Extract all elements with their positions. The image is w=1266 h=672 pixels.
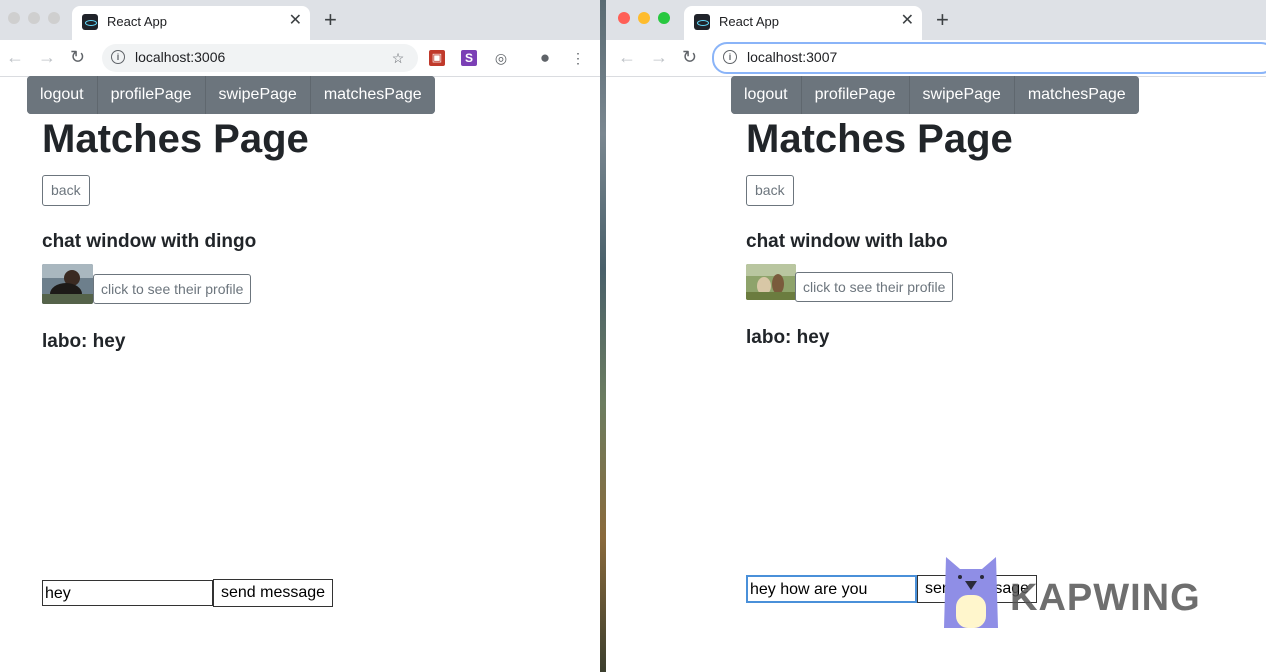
tab-title: React App [719, 14, 779, 29]
browser-tab[interactable]: React App ✕ [72, 6, 310, 40]
close-window-dot[interactable] [8, 12, 20, 24]
new-tab-icon[interactable]: + [936, 9, 949, 31]
minimize-window-dot[interactable] [638, 12, 650, 24]
close-tab-icon[interactable]: ✕ [289, 13, 302, 29]
react-favicon-icon [694, 14, 710, 30]
close-tab-icon[interactable]: ✕ [901, 13, 914, 29]
close-window-dot[interactable] [618, 12, 630, 24]
extension-circle-icon[interactable]: ◎ [493, 50, 509, 66]
nav-swipe-button[interactable]: swipePage [909, 76, 1015, 114]
extension-s-icon[interactable]: S [461, 50, 477, 66]
app-navbar: logout profilePage swipePage matchesPage [27, 76, 435, 114]
bookmark-star-icon[interactable]: ☆ [390, 50, 406, 66]
back-button[interactable]: back [42, 175, 90, 206]
forward-arrow-icon[interactable]: → [650, 46, 668, 68]
reload-icon[interactable]: ↻ [70, 46, 85, 68]
zoom-window-dot[interactable] [658, 12, 670, 24]
chat-message: labo: hey [42, 331, 126, 352]
info-icon[interactable]: i [723, 50, 737, 64]
url-text: localhost:3007 [747, 49, 838, 65]
tab-strip: React App ✕ + [606, 0, 1266, 40]
back-arrow-icon[interactable]: ← [618, 46, 636, 68]
menu-kebab-icon[interactable]: ⋮ [570, 50, 586, 66]
nav-swipe-button[interactable]: swipePage [205, 76, 311, 114]
see-profile-button[interactable]: click to see their profile [93, 274, 252, 304]
new-tab-icon[interactable]: + [324, 9, 337, 31]
url-text: localhost:3006 [135, 49, 226, 65]
browser-window-left: React App ✕ + ← → ↻ i localhost:3006 ☆ ▣… [0, 0, 600, 672]
info-icon[interactable]: i [111, 50, 125, 64]
send-message-button[interactable]: send message [213, 579, 334, 607]
kapwing-cat-logo-icon [944, 557, 998, 628]
minimize-window-dot[interactable] [28, 12, 40, 24]
chat-title: chat window with labo [746, 231, 948, 252]
chat-message: labo: hey [746, 327, 830, 348]
kapwing-watermark: KAPWING [944, 555, 1214, 630]
address-bar[interactable]: i localhost:3007 [712, 42, 1266, 74]
message-input[interactable]: hey how are you [746, 575, 917, 603]
browser-tab[interactable]: React App ✕ [684, 6, 922, 40]
profile-avatar-icon[interactable]: ● [537, 49, 553, 66]
nav-logout-button[interactable]: logout [27, 76, 98, 114]
match-avatar-photo [42, 264, 93, 304]
zoom-window-dot[interactable] [48, 12, 60, 24]
extension-icon[interactable]: ▣ [429, 50, 445, 66]
app-navbar: logout profilePage swipePage matchesPage [731, 76, 1139, 114]
page-title: Matches Page [746, 117, 1013, 161]
forward-arrow-icon[interactable]: → [38, 46, 56, 68]
browser-toolbar: ← → ↻ i localhost:3006 ☆ ▣ S ◎ ● ⋮ [0, 40, 600, 77]
react-favicon-icon [82, 14, 98, 30]
page-title: Matches Page [42, 117, 309, 161]
back-arrow-icon[interactable]: ← [6, 46, 24, 68]
nav-profile-button[interactable]: profilePage [801, 76, 910, 114]
tab-strip: React App ✕ + [0, 0, 600, 40]
browser-toolbar: ← → ↻ i localhost:3007 [606, 40, 1266, 77]
nav-matches-button[interactable]: matchesPage [310, 76, 435, 114]
tab-title: React App [107, 14, 167, 29]
nav-matches-button[interactable]: matchesPage [1014, 76, 1139, 114]
back-button[interactable]: back [746, 175, 794, 206]
message-input[interactable]: hey [42, 580, 213, 606]
see-profile-button[interactable]: click to see their profile [795, 272, 954, 302]
nav-profile-button[interactable]: profilePage [97, 76, 206, 114]
kapwing-wordmark: KAPWING [1010, 577, 1201, 619]
match-avatar-photo [746, 264, 796, 300]
chat-title: chat window with dingo [42, 231, 257, 252]
nav-logout-button[interactable]: logout [731, 76, 802, 114]
address-bar[interactable]: i localhost:3006 ☆ [102, 44, 418, 72]
reload-icon[interactable]: ↻ [682, 46, 697, 68]
